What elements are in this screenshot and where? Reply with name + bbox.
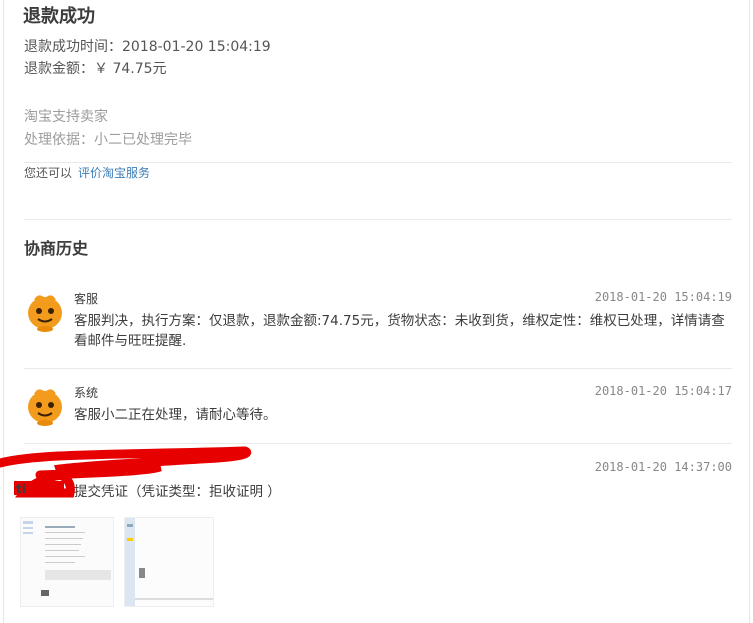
evidence-image-thumbnail[interactable] (20, 517, 114, 607)
divider (24, 368, 732, 369)
history-title: 协商历史 (24, 239, 89, 258)
support-seller-note: 淘宝支持卖家 (24, 109, 108, 125)
entry-time: 2018-01-20 15:04:19 (594, 290, 732, 304)
entry-message: 客服判决，执行方案：仅退款，退款金额:74.75元，货物状态：未收到货，维权定性… (74, 313, 725, 349)
mascot-avatar-icon (24, 290, 66, 332)
rate-service-link[interactable]: 评价淘宝服务 (78, 166, 150, 180)
entry-time: 2018-01-20 14:37:00 (594, 460, 732, 474)
evidence-image-thumbnail[interactable] (124, 517, 214, 607)
svg-text:ti: ti (16, 482, 26, 496)
refund-amount: 退款金额：￥ 74.75元 (24, 61, 167, 77)
mascot-avatar-icon (24, 384, 66, 426)
rate-prompt: 您还可以 (24, 166, 73, 180)
entry-message: 客服小二正在处理，请耐心等待。 (74, 407, 277, 423)
processing-basis: 处理依据：小二已处理完毕 (24, 132, 192, 148)
refund-success-time: 退款成功时间：2018-01-20 15:04:19 (24, 39, 271, 55)
divider (24, 162, 732, 163)
rate-service-row: 您还可以 评价淘宝服务 (24, 164, 150, 181)
entry-author: 系统 (74, 386, 99, 400)
divider (24, 443, 732, 444)
entry-author: 客服 (74, 292, 99, 306)
redaction-mark: ti (0, 446, 252, 498)
entry-time: 2018-01-20 15:04:17 (594, 384, 732, 398)
refund-status-title: 退款成功 (23, 6, 95, 27)
divider (24, 219, 732, 220)
